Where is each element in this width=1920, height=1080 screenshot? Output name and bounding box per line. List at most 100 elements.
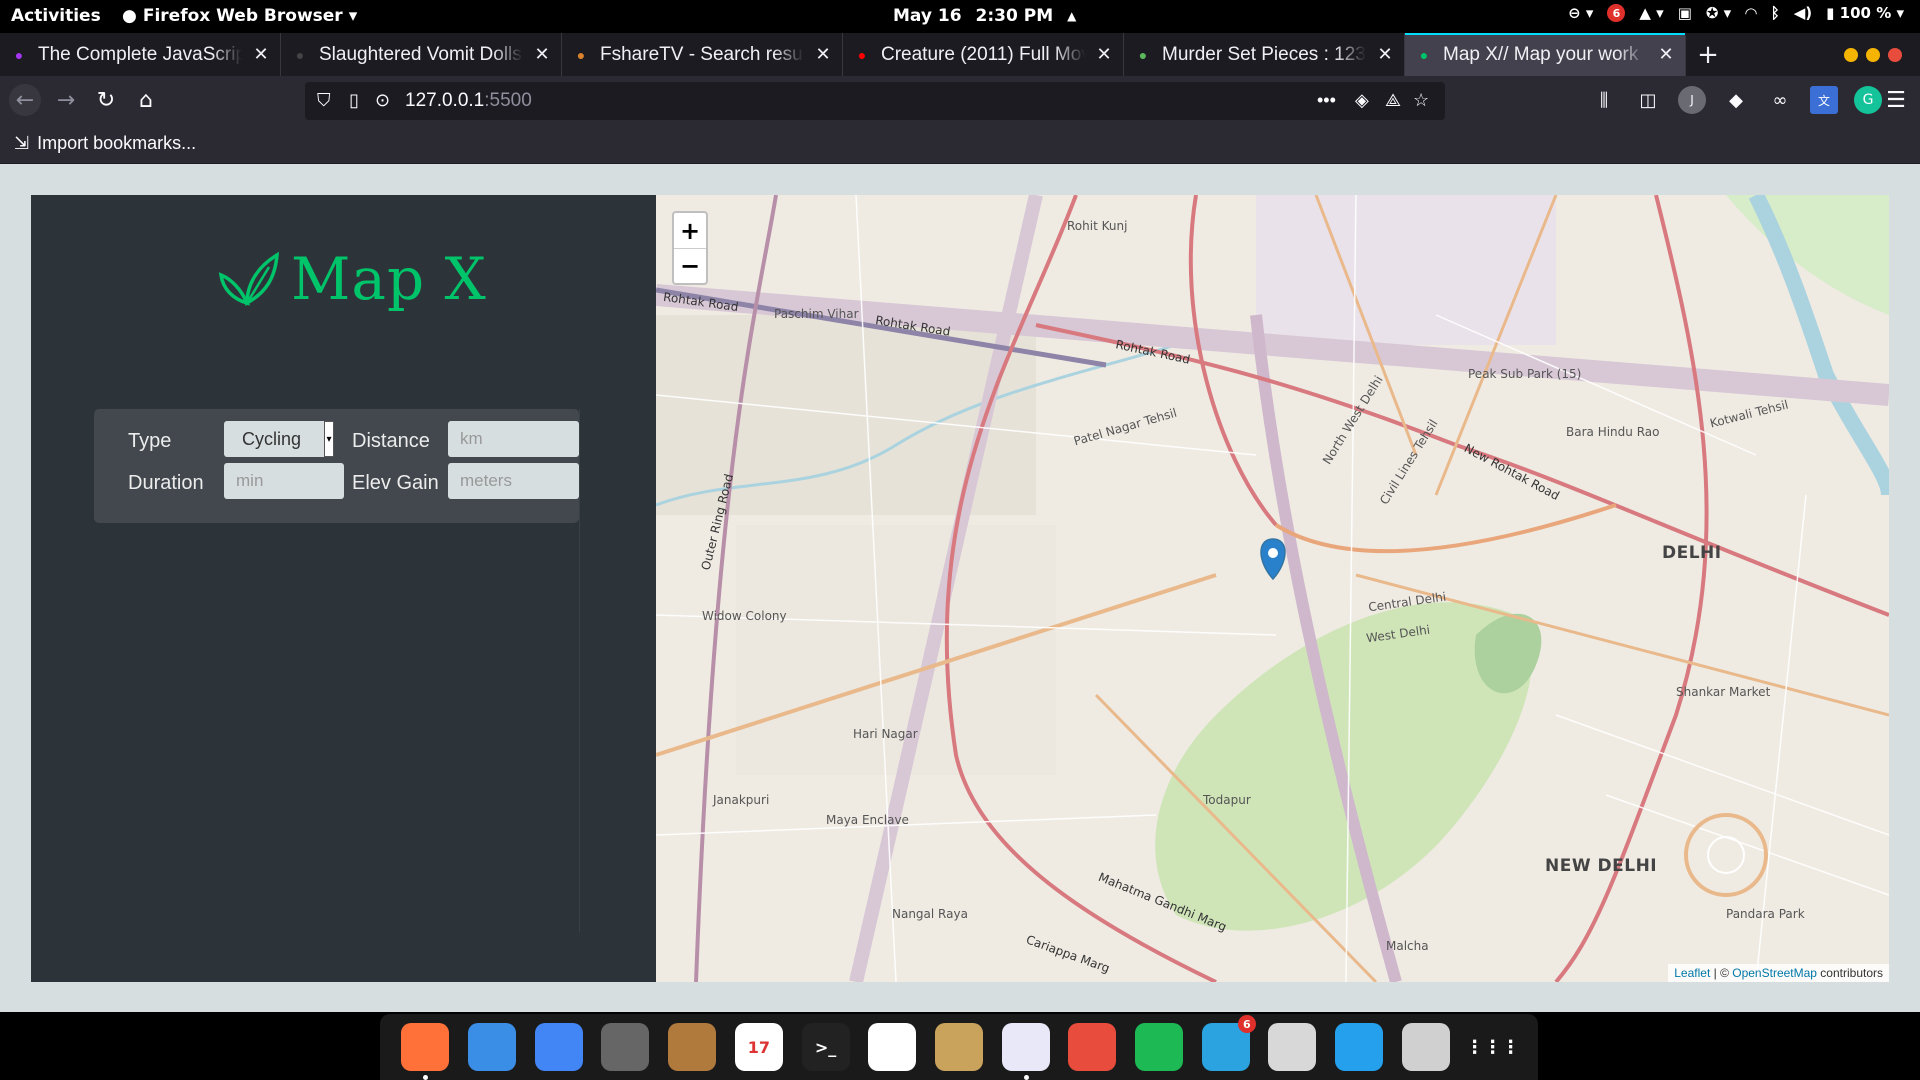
browser-tab[interactable]: ● The Complete JavaScript ✕ (0, 33, 281, 76)
dock-app-archive[interactable] (668, 1023, 717, 1071)
terminal-icon: >_ (814, 1037, 837, 1057)
dock-app-firefox[interactable] (401, 1023, 450, 1080)
youtube-icon: ● (857, 46, 867, 63)
reload-button[interactable]: ↻ (90, 84, 122, 116)
battery-label: 100 % (1839, 4, 1892, 22)
grammarly-icon[interactable]: G (1854, 86, 1882, 114)
account-avatar-icon[interactable]: J (1678, 86, 1706, 114)
sidebar: Map X Type Cycling ▾ Distance km Duratio… (31, 195, 656, 982)
app-menu[interactable]: ● Firefox Web Browser ▾ (122, 6, 357, 26)
dock-badge: 6 (1237, 1015, 1256, 1033)
home-button[interactable]: ⌂ (130, 84, 162, 116)
dock-app-vscode[interactable] (1335, 1023, 1384, 1071)
bookmark-star-icon[interactable]: ☆ (1413, 90, 1429, 111)
forward-button[interactable]: → (50, 84, 82, 116)
openstreetmap-link[interactable]: OpenStreetMap (1732, 966, 1817, 980)
dock-app-archiver[interactable] (934, 1023, 983, 1071)
dock-app-settings[interactable] (601, 1023, 650, 1071)
leaflet-link[interactable]: Leaflet (1674, 966, 1710, 980)
dock-app-text-editor[interactable] (1001, 1023, 1050, 1080)
dock-app-terminal[interactable]: >_ (801, 1023, 850, 1071)
sidebar-icon[interactable]: ◫ (1634, 86, 1662, 114)
close-tab-icon[interactable]: ✕ (814, 44, 832, 65)
close-window-button[interactable] (1888, 48, 1902, 62)
close-tab-icon[interactable]: ✕ (1095, 44, 1113, 65)
dock-app-app-grid[interactable]: ⋮⋮⋮ (1466, 1023, 1520, 1071)
accessibility-icon[interactable]: ✪ ▾ (1706, 4, 1731, 22)
close-tab-icon[interactable]: ✕ (252, 44, 270, 65)
browser-tab[interactable]: ● Slaughtered Vomit Dolls ✕ (281, 33, 562, 76)
map-label-nangal-raya: Nangal Raya (892, 907, 968, 921)
back-button[interactable]: ← (9, 84, 41, 116)
clock[interactable]: May 16 2:30 PM ▲ (893, 6, 1076, 26)
translate-icon[interactable]: ⟁ (1385, 90, 1401, 111)
battery-indicator[interactable]: ▮ 100 % ▾ (1826, 4, 1904, 22)
extension-bird-icon[interactable]: ◆ (1722, 86, 1750, 114)
new-tab-button[interactable]: + (1686, 33, 1730, 76)
distance-placeholder: km (460, 429, 483, 448)
dock-app-calendar[interactable]: 17 (734, 1023, 783, 1071)
shield-icon[interactable]: ⛉ (317, 90, 331, 111)
url-text[interactable]: 127.0.0.1:5500 (405, 90, 532, 112)
google-translate-icon[interactable]: 文 (1810, 86, 1838, 114)
tab-title: Creature (2011) Full Movi (881, 43, 1085, 65)
workout-form: Type Cycling ▾ Distance km Duration min … (94, 409, 579, 523)
tab-title: FshareTV - Search result (600, 43, 804, 65)
distance-input[interactable]: km (448, 421, 579, 457)
maximize-button[interactable] (1866, 48, 1880, 62)
minimize-button[interactable] (1844, 48, 1858, 62)
dock-app-finder[interactable] (468, 1023, 517, 1071)
volume-icon[interactable]: ◀) (1794, 4, 1812, 22)
account-icon[interactable]: ⊖ ▾ (1568, 4, 1593, 22)
connection-icon[interactable]: ⊙ (375, 90, 390, 111)
battery-icon: ▮ (1826, 4, 1835, 22)
window-icon[interactable]: ▣ (1678, 4, 1692, 22)
close-tab-icon[interactable]: ✕ (1657, 44, 1675, 65)
browser-tab[interactable]: ● FshareTV - Search result ✕ (562, 33, 843, 76)
browser-tab[interactable]: ● Murder Set Pieces : 123M ✕ (1124, 33, 1405, 76)
bluetooth-icon[interactable]: ᛒ (1771, 4, 1780, 22)
pocket-icon[interactable]: ◈ (1355, 90, 1369, 111)
zoom-in-button[interactable]: + (674, 213, 706, 248)
browser-tab[interactable]: ● Map X// Map your work ✕ (1405, 33, 1686, 76)
elev-gain-input[interactable]: meters (448, 463, 579, 499)
map-label-widow-colony: Widow Colony (702, 609, 787, 623)
type-select[interactable]: Cycling ▾ (224, 421, 334, 457)
app-menu-label: Firefox Web Browser (142, 6, 343, 26)
tab-strip: ● The Complete JavaScript ✕ ● Slaughtered Vo… (0, 33, 1920, 76)
more-actions-icon[interactable]: ••• (1317, 90, 1336, 111)
dock-app-trash[interactable] (1401, 1023, 1450, 1071)
duration-input[interactable]: min (224, 463, 344, 499)
dock-app-spotify[interactable] (1135, 1023, 1184, 1071)
menu-button[interactable]: ☰ (1880, 84, 1912, 116)
running-indicator (423, 1075, 429, 1080)
dock-app-preview[interactable] (1268, 1023, 1317, 1071)
map-label-todapur: Todapur (1203, 793, 1251, 807)
toolbar-extensions: ⫼ ◫ J ◆ ∞ 文 G (1590, 86, 1882, 114)
map-label-delhi: DELHI (1662, 543, 1722, 563)
wifi-icon[interactable]: ◠ (1745, 4, 1757, 22)
extension-glasses-icon[interactable]: ∞ (1766, 86, 1794, 114)
arrow-left-icon: ← (15, 87, 35, 113)
notification-badge[interactable]: 6 (1607, 4, 1626, 22)
dock-app-sketch[interactable] (1068, 1023, 1117, 1071)
library-icon[interactable]: ⫼ (1590, 86, 1618, 114)
arrow-right-icon: → (56, 87, 76, 113)
dock-app-telegram[interactable]: 6 (1201, 1015, 1256, 1071)
zoom-out-button[interactable]: − (674, 248, 706, 283)
close-tab-icon[interactable]: ✕ (533, 44, 551, 65)
drop-icon[interactable]: ▲ ▾ (1639, 4, 1663, 22)
system-top-bar: Activities ● Firefox Web Browser ▾ May 1… (0, 0, 1920, 33)
elev-gain-placeholder: meters (460, 471, 512, 490)
map-label-shankar-market: Shankar Market (1676, 685, 1771, 699)
dock-app-mongodb[interactable] (868, 1023, 917, 1071)
url-bar[interactable]: ⛉ ▯ ⊙ 127.0.0.1:5500 ••• ◈ ⟁ ☆ (305, 82, 1445, 120)
activities-button[interactable]: Activities (11, 6, 101, 26)
page-viewport: Map X Type Cycling ▾ Distance km Duratio… (0, 164, 1920, 1012)
import-bookmarks-link[interactable]: Import bookmarks... (37, 133, 196, 154)
close-tab-icon[interactable]: ✕ (1376, 44, 1394, 65)
map-container[interactable]: DELHI NEW DELHI Rohtak Road Rohtak Road … (656, 195, 1889, 982)
dock-app-chrome[interactable] (534, 1023, 583, 1071)
sidebar-scrollbar[interactable] (579, 409, 591, 932)
browser-tab[interactable]: ● Creature (2011) Full Movi ✕ (843, 33, 1124, 76)
